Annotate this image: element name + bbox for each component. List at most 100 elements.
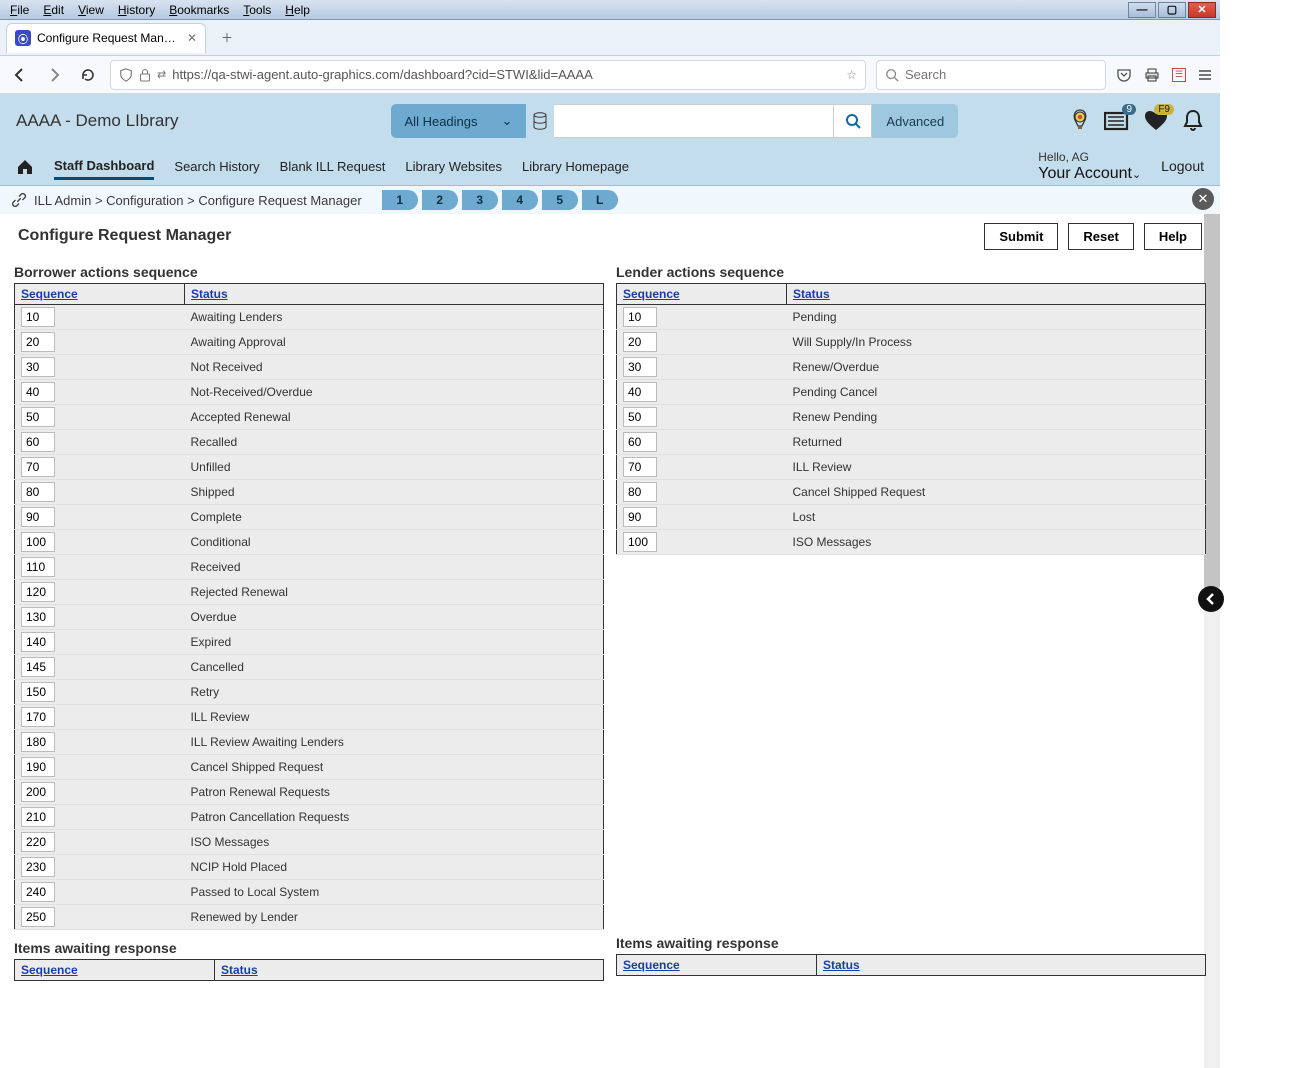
sequence-input[interactable] xyxy=(21,557,55,577)
close-panel-button[interactable]: ✕ xyxy=(1192,188,1214,210)
sequence-input[interactable] xyxy=(21,507,55,527)
account-dropdown[interactable]: Your Account⌄ xyxy=(1038,164,1141,183)
menu-file[interactable]: File xyxy=(4,2,35,18)
browser-search-box[interactable] xyxy=(876,60,1106,90)
reset-button[interactable]: Reset xyxy=(1068,223,1133,250)
menu-bookmarks[interactable]: Bookmarks xyxy=(163,2,235,18)
nav-library-websites[interactable]: Library Websites xyxy=(405,155,502,178)
sequence-input[interactable] xyxy=(21,757,55,777)
sequence-input[interactable] xyxy=(21,582,55,602)
sequence-input[interactable] xyxy=(21,857,55,877)
sequence-input[interactable] xyxy=(21,607,55,627)
wizard-step-2[interactable]: 2 xyxy=(422,190,458,210)
news-icon[interactable]: 9 xyxy=(1104,110,1130,132)
pocket-icon[interactable] xyxy=(1116,67,1132,83)
tab-close-icon[interactable]: ✕ xyxy=(187,31,197,45)
database-icon[interactable] xyxy=(526,104,554,138)
sequence-input[interactable] xyxy=(21,832,55,852)
borrower-sort-status[interactable]: Status xyxy=(191,287,228,301)
sequence-input[interactable] xyxy=(21,882,55,902)
sequence-input[interactable] xyxy=(21,357,55,377)
status-cell: Patron Renewal Requests xyxy=(185,780,604,805)
sequence-input[interactable] xyxy=(21,707,55,727)
advanced-search-button[interactable]: Advanced xyxy=(872,104,958,138)
sequence-input[interactable] xyxy=(21,907,55,927)
lender-await-sort-sequence[interactable]: Sequence xyxy=(623,958,680,972)
home-icon[interactable] xyxy=(16,159,34,175)
app-menu-button[interactable] xyxy=(1198,68,1212,82)
wizard-step-3[interactable]: 3 xyxy=(462,190,498,210)
headings-dropdown[interactable]: All Headings ⌄ xyxy=(391,104,527,138)
sequence-input[interactable] xyxy=(21,407,55,427)
sequence-input[interactable] xyxy=(21,632,55,652)
lender-await-sort-status[interactable]: Status xyxy=(823,958,860,972)
lender-sort-status[interactable]: Status xyxy=(793,287,830,301)
wizard-step-L[interactable]: L xyxy=(582,190,618,210)
bookmark-star-icon[interactable]: ☆ xyxy=(846,68,857,82)
nav-library-homepage[interactable]: Library Homepage xyxy=(522,155,629,178)
sequence-input[interactable] xyxy=(21,782,55,802)
new-tab-button[interactable]: ＋ xyxy=(214,25,240,51)
sequence-input[interactable] xyxy=(623,332,657,352)
window-maximize-button[interactable]: ▢ xyxy=(1158,2,1186,18)
sequence-input[interactable] xyxy=(21,682,55,702)
menu-view[interactable]: View xyxy=(72,2,110,18)
sequence-input[interactable] xyxy=(623,307,657,327)
sequence-input[interactable] xyxy=(21,457,55,477)
help-button[interactable]: Help xyxy=(1144,223,1202,250)
browser-search-input[interactable] xyxy=(905,67,1097,82)
sequence-input[interactable] xyxy=(623,432,657,452)
menu-history[interactable]: History xyxy=(112,2,161,18)
lender-sort-sequence[interactable]: Sequence xyxy=(623,287,680,301)
menu-edit[interactable]: Edit xyxy=(37,2,70,18)
submit-button[interactable]: Submit xyxy=(984,223,1058,250)
forward-button[interactable] xyxy=(42,63,66,87)
browser-tab[interactable]: ⦿ Configure Request Manager | ST ✕ xyxy=(6,23,206,53)
bc-ill-admin[interactable]: ILL Admin xyxy=(34,193,91,208)
sequence-input[interactable] xyxy=(623,457,657,477)
sequence-input[interactable] xyxy=(21,532,55,552)
wizard-step-5[interactable]: 5 xyxy=(542,190,578,210)
site-search-button[interactable] xyxy=(834,104,872,138)
sequence-input[interactable] xyxy=(21,482,55,502)
print-icon[interactable] xyxy=(1144,67,1160,83)
bc-configuration[interactable]: Configuration xyxy=(106,193,183,208)
wizard-step-4[interactable]: 4 xyxy=(502,190,538,210)
borrower-await-sort-sequence[interactable]: Sequence xyxy=(21,963,78,977)
sequence-input[interactable] xyxy=(21,657,55,677)
sequence-input[interactable] xyxy=(623,507,657,527)
sequence-input[interactable] xyxy=(623,532,657,552)
nav-staff-dashboard[interactable]: Staff Dashboard xyxy=(54,154,154,180)
collapse-panel-button[interactable] xyxy=(1198,586,1224,612)
sequence-input[interactable] xyxy=(623,357,657,377)
sequence-input[interactable] xyxy=(21,807,55,827)
nav-blank-ill-request[interactable]: Blank ILL Request xyxy=(280,155,386,178)
window-minimize-button[interactable]: ― xyxy=(1128,2,1156,18)
menu-help[interactable]: Help xyxy=(279,2,316,18)
sequence-input[interactable] xyxy=(623,407,657,427)
borrower-sort-sequence[interactable]: Sequence xyxy=(21,287,78,301)
borrower-await-sort-status[interactable]: Status xyxy=(221,963,258,977)
url-input[interactable] xyxy=(172,67,840,82)
bell-icon[interactable] xyxy=(1182,109,1204,133)
sequence-input[interactable] xyxy=(623,482,657,502)
sequence-input[interactable] xyxy=(21,432,55,452)
wizard-step-1[interactable]: 1 xyxy=(382,190,418,210)
window-close-button[interactable]: ✕ xyxy=(1188,2,1216,18)
sequence-input[interactable] xyxy=(623,382,657,402)
menu-tools[interactable]: Tools xyxy=(237,2,277,18)
address-bar[interactable]: ⇄ ☆ xyxy=(110,60,866,90)
balloon-icon[interactable] xyxy=(1070,108,1090,134)
sequence-input[interactable] xyxy=(21,382,55,402)
logout-link[interactable]: Logout xyxy=(1161,158,1204,174)
sequence-input[interactable] xyxy=(21,732,55,752)
extension-icon[interactable]: ☰ xyxy=(1172,68,1186,82)
back-button[interactable] xyxy=(8,63,32,87)
favorites-icon[interactable]: F9 xyxy=(1144,110,1168,132)
site-search-input[interactable] xyxy=(554,104,834,138)
bc-configure-request-manager[interactable]: Configure Request Manager xyxy=(198,193,361,208)
sequence-input[interactable] xyxy=(21,332,55,352)
nav-search-history[interactable]: Search History xyxy=(174,155,259,178)
reload-button[interactable] xyxy=(76,63,100,87)
sequence-input[interactable] xyxy=(21,307,55,327)
